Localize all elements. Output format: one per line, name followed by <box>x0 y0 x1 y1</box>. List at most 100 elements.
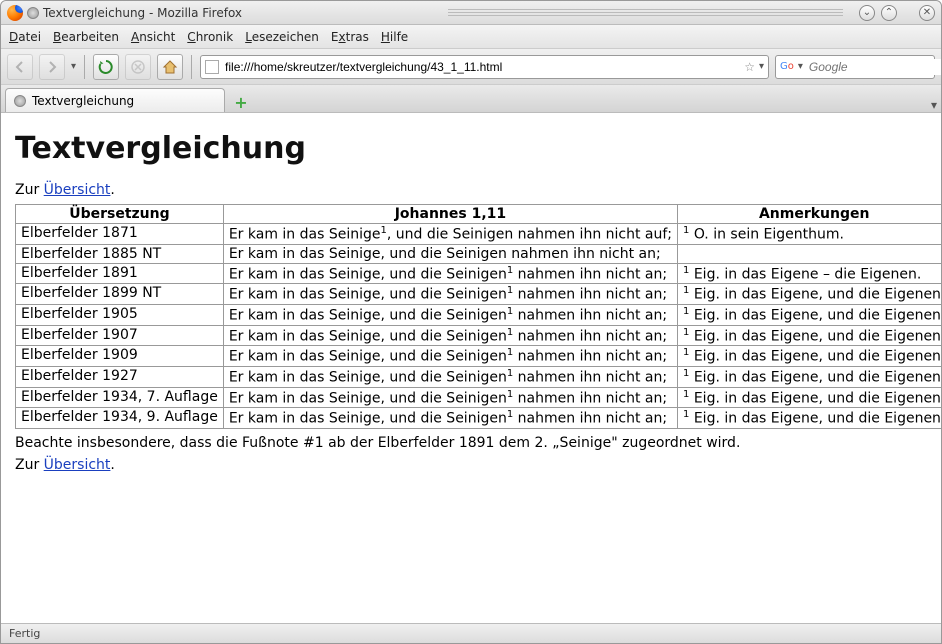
cell-note: 1 Eig. in das Eigene, und die Eigenen. <box>678 284 941 305</box>
table-row: Elberfelder 1907Er kam in das Seinige, u… <box>16 325 942 346</box>
cell-note: 1 Eig. in das Eigene, und die Eigenen. <box>678 366 941 387</box>
forward-button[interactable] <box>39 54 65 80</box>
close-button[interactable]: ✕ <box>919 5 935 21</box>
cell-translation: Elberfelder 1927 <box>16 366 224 387</box>
overview-link[interactable]: Übersicht <box>44 182 111 198</box>
menu-help[interactable]: Hilfe <box>381 30 408 44</box>
firefox-logo-icon <box>7 5 23 21</box>
cell-translation: Elberfelder 1934, 7. Auflage <box>16 387 224 408</box>
menu-edit[interactable]: Bearbeiten <box>53 30 119 44</box>
toolbar-separator-2 <box>191 55 192 79</box>
url-box: ☆ ▾ <box>200 55 769 79</box>
cell-note: 1 Eig. in das Eigene, und die Eigenen. <box>678 387 941 408</box>
reload-icon <box>98 59 114 75</box>
back-icon <box>13 60 27 74</box>
titlebar: Textvergleichung - Mozilla Firefox ⌄ ⌃ ✕ <box>1 1 941 25</box>
searchengine-dropdown-icon[interactable]: ▾ <box>798 61 803 72</box>
cell-verse: Er kam in das Seinige, und die Seinigen1… <box>223 304 677 325</box>
url-dropdown-icon[interactable]: ▾ <box>759 61 764 72</box>
page-content: Textvergleichung Zur Übersicht. Übersetz… <box>1 113 941 623</box>
bookmark-star-icon[interactable]: ☆ <box>744 60 755 74</box>
toolbar: ▾ ☆ ▾ Go ▾ <box>1 49 941 85</box>
tab-overflow-button[interactable]: ▾ <box>931 98 937 112</box>
table-header-row: Übersetzung Johannes 1,11 Anmerkungen <box>16 205 942 224</box>
cell-translation: Elberfelder 1891 <box>16 263 224 284</box>
window-title: Textvergleichung - Mozilla Firefox <box>43 6 438 20</box>
page-heading: Textvergleichung <box>15 131 927 166</box>
cell-translation: Elberfelder 1871 <box>16 224 224 245</box>
menubar: Datei Bearbeiten Ansicht Chronik Lesezei… <box>1 25 941 49</box>
header-verse: Johannes 1,11 <box>223 205 677 224</box>
cell-note: 1 Eig. in das Eigene – die Eigenen. <box>678 263 941 284</box>
table-row: Elberfelder 1871Er kam in das Seinige1, … <box>16 224 942 245</box>
statusbar: Fertig <box>1 623 941 643</box>
table-row: Elberfelder 1934, 9. AuflageEr kam in da… <box>16 408 942 429</box>
cell-translation: Elberfelder 1934, 9. Auflage <box>16 408 224 429</box>
header-translation: Übersetzung <box>16 205 224 224</box>
cell-translation: Elberfelder 1907 <box>16 325 224 346</box>
table-row: Elberfelder 1909Er kam in das Seinige, u… <box>16 346 942 367</box>
tab-active[interactable]: Textvergleichung <box>5 88 225 112</box>
maximize-button[interactable]: ⌃ <box>881 5 897 21</box>
table-row: Elberfelder 1934, 7. AuflageEr kam in da… <box>16 387 942 408</box>
overview-link-bottom: Zur Übersicht. <box>15 457 927 473</box>
cell-verse: Er kam in das Seinige, und die Seinigen1… <box>223 387 677 408</box>
cell-verse: Er kam in das Seinige, und die Seinigen1… <box>223 325 677 346</box>
home-icon <box>162 59 178 75</box>
minimize-button[interactable]: ⌄ <box>859 5 875 21</box>
cell-translation: Elberfelder 1905 <box>16 304 224 325</box>
table-row: Elberfelder 1927Er kam in das Seinige, u… <box>16 366 942 387</box>
table-row: Elberfelder 1899 NTEr kam in das Seinige… <box>16 284 942 305</box>
table-row: Elberfelder 1885 NTEr kam in das Seinige… <box>16 244 942 263</box>
firefox-window: Textvergleichung - Mozilla Firefox ⌄ ⌃ ✕… <box>0 0 942 644</box>
page-icon <box>205 60 219 74</box>
cell-verse: Er kam in das Seinige, und die Seinigen … <box>223 244 677 263</box>
plus-icon: + <box>234 93 247 112</box>
history-dropdown-icon[interactable]: ▾ <box>71 61 76 72</box>
menu-extras[interactable]: Extras <box>331 30 369 44</box>
url-input[interactable] <box>223 59 740 75</box>
search-input[interactable] <box>807 59 942 75</box>
forward-icon <box>45 60 59 74</box>
overview-link-top: Zur Übersicht. <box>15 182 927 198</box>
overview-link[interactable]: Übersicht <box>44 457 111 473</box>
table-row: Elberfelder 1891Er kam in das Seinige, u… <box>16 263 942 284</box>
cell-note: 1 Eig. in das Eigene, und die Eigenen. <box>678 346 941 367</box>
toolbar-separator <box>84 55 85 79</box>
cell-note <box>678 244 941 263</box>
cell-verse: Er kam in das Seinige, und die Seinigen1… <box>223 284 677 305</box>
cell-translation: Elberfelder 1885 NT <box>16 244 224 263</box>
search-engine-icon[interactable]: Go <box>780 60 794 74</box>
comparison-table: Übersetzung Johannes 1,11 Anmerkungen El… <box>15 204 941 429</box>
page-favicon-icon <box>27 7 39 19</box>
menu-file[interactable]: Datei <box>9 30 41 44</box>
stop-icon <box>131 60 145 74</box>
back-button[interactable] <box>7 54 33 80</box>
reload-button[interactable] <box>93 54 119 80</box>
cell-translation: Elberfelder 1899 NT <box>16 284 224 305</box>
stop-button[interactable] <box>125 54 151 80</box>
table-row: Elberfelder 1905Er kam in das Seinige, u… <box>16 304 942 325</box>
cell-verse: Er kam in das Seinige, und die Seinigen1… <box>223 408 677 429</box>
cell-note: 1 Eig. in das Eigene, und die Eigenen. <box>678 325 941 346</box>
cell-verse: Er kam in das Seinige, und die Seinigen1… <box>223 263 677 284</box>
cell-verse: Er kam in das Seinige, und die Seinigen1… <box>223 366 677 387</box>
menu-bookmarks[interactable]: Lesezeichen <box>245 30 319 44</box>
titlebar-grip <box>448 9 843 17</box>
menu-view[interactable]: Ansicht <box>131 30 175 44</box>
cell-verse: Er kam in das Seinige, und die Seinigen1… <box>223 346 677 367</box>
footnote-note: Beachte insbesondere, dass die Fußnote #… <box>15 435 927 451</box>
tabbar: Textvergleichung + ▾ <box>1 85 941 113</box>
tab-label: Textvergleichung <box>32 94 134 108</box>
header-notes: Anmerkungen <box>678 205 941 224</box>
cell-note: 1 Eig. in das Eigene, und die Eigenen. <box>678 408 941 429</box>
cell-note: 1 Eig. in das Eigene, und die Eigenen. <box>678 304 941 325</box>
new-tab-button[interactable]: + <box>229 92 253 112</box>
search-box: Go ▾ <box>775 55 935 79</box>
cell-translation: Elberfelder 1909 <box>16 346 224 367</box>
menu-history[interactable]: Chronik <box>187 30 233 44</box>
home-button[interactable] <box>157 54 183 80</box>
cell-verse: Er kam in das Seinige1, und die Seinigen… <box>223 224 677 245</box>
status-text: Fertig <box>9 627 40 640</box>
tab-favicon-icon <box>14 95 26 107</box>
